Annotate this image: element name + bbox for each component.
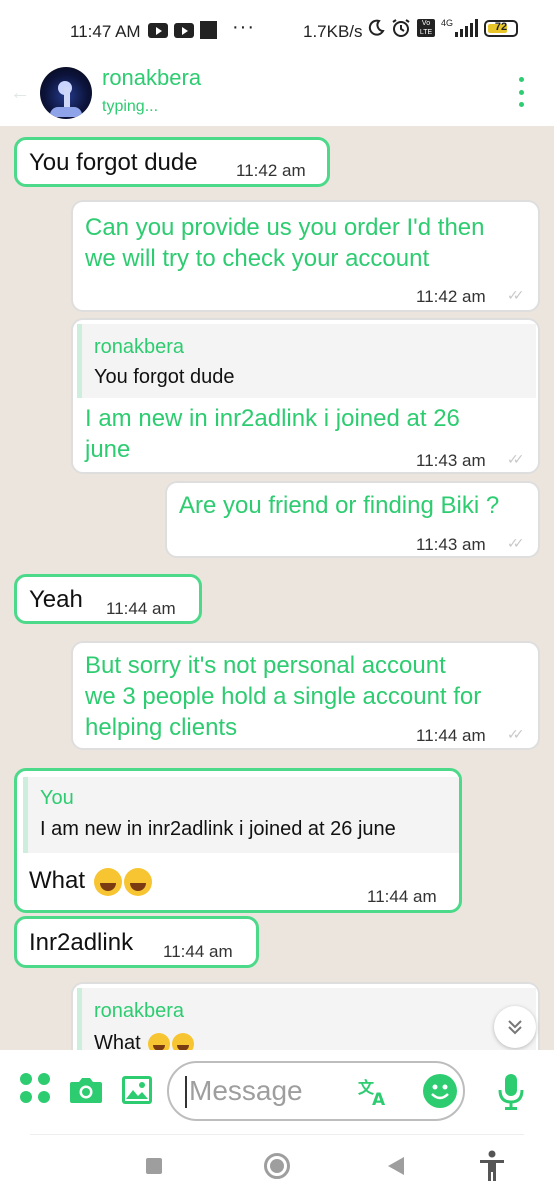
home-icon[interactable]	[264, 1153, 290, 1179]
message-time: 11:43 am	[416, 535, 486, 554]
message-bubble-outgoing[interactable]: ronakbera What	[71, 982, 540, 1050]
quoted-message[interactable]: ronakbera What	[77, 988, 536, 1050]
youtube-icon	[174, 22, 194, 38]
message-time: 11:44 am	[163, 942, 233, 961]
quoted-message[interactable]: You I am new in inr2adlink i joined at 2…	[23, 777, 459, 853]
message-bubble-outgoing[interactable]: ronakbera You forgot dude I am new in in…	[71, 318, 540, 474]
message-text-line: Can you provide us you order I'd then	[85, 214, 485, 241]
translate-icon[interactable]: 文 A	[357, 1077, 391, 1107]
message-input[interactable]	[189, 1073, 349, 1109]
delivered-ticks-icon: ✓✓	[507, 451, 525, 467]
network-type: 4G	[441, 18, 454, 28]
message-text-line: june	[85, 436, 131, 463]
delivered-ticks-icon: ✓✓	[507, 726, 525, 742]
notification-icons	[148, 21, 217, 39]
message-bubble-incoming[interactable]: You forgot dude 11:42 am	[14, 137, 330, 187]
double-chevron-down-icon	[508, 1020, 522, 1035]
rofl-emoji	[93, 867, 122, 896]
message-time: 11:42 am	[416, 287, 486, 306]
quoted-sender: You	[40, 787, 74, 809]
input-bar: 文 A	[0, 1050, 554, 1134]
message-text-line: But sorry it's not personal account	[85, 652, 446, 679]
message-input-container[interactable]: 文 A	[167, 1061, 465, 1121]
moon-icon	[368, 19, 385, 36]
message-text: What	[29, 865, 152, 896]
more-vert-icon[interactable]	[514, 77, 528, 107]
signal-icon	[455, 19, 479, 37]
message-text-line: we 3 people hold a single account for	[85, 683, 482, 710]
rofl-emoji	[148, 1032, 171, 1050]
scroll-down-button[interactable]	[494, 1006, 536, 1048]
message-time: 11:44 am	[106, 599, 176, 618]
accessibility-icon[interactable]	[478, 1150, 506, 1182]
alarm-icon	[392, 19, 410, 37]
camera-icon[interactable]	[69, 1076, 103, 1104]
quoted-text: What	[94, 1032, 195, 1050]
message-text: Are you friend or finding Biki ?	[179, 492, 500, 519]
status-right-icons: Vo LTE 4G 72	[367, 18, 519, 38]
navigation-bar	[0, 1134, 554, 1200]
youtube-icon	[148, 22, 168, 38]
message-text: Inr2adlink	[29, 929, 134, 956]
message-bubble-outgoing[interactable]: Can you provide us you order I'd then we…	[71, 200, 540, 312]
contact-status: typing...	[102, 98, 159, 115]
svg-text:A: A	[372, 1090, 386, 1107]
app-icon	[200, 21, 217, 39]
gallery-icon[interactable]	[121, 1075, 153, 1105]
rofl-emoji	[172, 1032, 195, 1050]
message-text: You forgot dude	[29, 149, 198, 176]
text-cursor	[185, 1076, 187, 1108]
quoted-text: I am new in inr2adlink i joined at 26 ju…	[40, 818, 396, 840]
avatar[interactable]	[40, 67, 92, 119]
chat-header: ← ronakbera typing...	[0, 62, 554, 126]
quoted-sender: ronakbera	[94, 1000, 185, 1022]
message-bubble-outgoing[interactable]: But sorry it's not personal account we 3…	[71, 641, 540, 750]
delivered-ticks-icon: ✓✓	[507, 287, 525, 303]
message-bubble-incoming[interactable]: You I am new in inr2adlink i joined at 2…	[14, 768, 462, 913]
divider	[30, 1134, 524, 1135]
message-time: 11:44 am	[367, 887, 437, 906]
message-bubble-incoming[interactable]: Inr2adlink 11:44 am	[14, 916, 259, 968]
back-icon[interactable]	[388, 1157, 404, 1175]
message-time: 11:42 am	[236, 161, 306, 180]
rofl-emoji	[123, 867, 152, 896]
contact-name[interactable]: ronakbera	[102, 65, 201, 91]
status-bar: 11:47 AM ··· 1.7KB/s Vo LTE 4G 72	[0, 0, 554, 62]
chat-area[interactable]: You forgot dude 11:42 am Can you provide…	[0, 126, 554, 1050]
message-text-line: helping clients	[85, 714, 238, 741]
message-bubble-incoming[interactable]: Yeah 11:44 am	[14, 574, 202, 624]
emoji-icon[interactable]	[423, 1074, 457, 1108]
message-text-line: we will try to check your account	[85, 245, 430, 272]
quoted-sender: ronakbera	[94, 336, 185, 358]
network-speed: 1.7KB/s	[303, 22, 363, 41]
quoted-message[interactable]: ronakbera You forgot dude	[77, 324, 536, 398]
status-time: 11:47 AM	[70, 22, 141, 41]
message-text-line: I am new in inr2adlink i joined at 26	[85, 405, 460, 432]
apps-icon[interactable]	[20, 1073, 52, 1105]
message-time: 11:43 am	[416, 451, 486, 470]
volte-icon: Vo LTE	[417, 19, 435, 37]
battery-level: 72	[494, 20, 508, 33]
message-text: Yeah	[29, 586, 83, 613]
message-time: 11:44 am	[416, 726, 486, 745]
more-notifications-icon: ···	[232, 16, 255, 38]
message-bubble-outgoing[interactable]: Are you friend or finding Biki ? 11:43 a…	[165, 481, 540, 558]
recents-icon[interactable]	[146, 1158, 162, 1174]
battery-icon: 72	[484, 19, 519, 37]
delivered-ticks-icon: ✓✓	[507, 535, 525, 551]
mic-icon[interactable]	[497, 1073, 525, 1111]
quoted-text: You forgot dude	[94, 366, 235, 388]
back-arrow-icon[interactable]: ←	[10, 82, 32, 104]
